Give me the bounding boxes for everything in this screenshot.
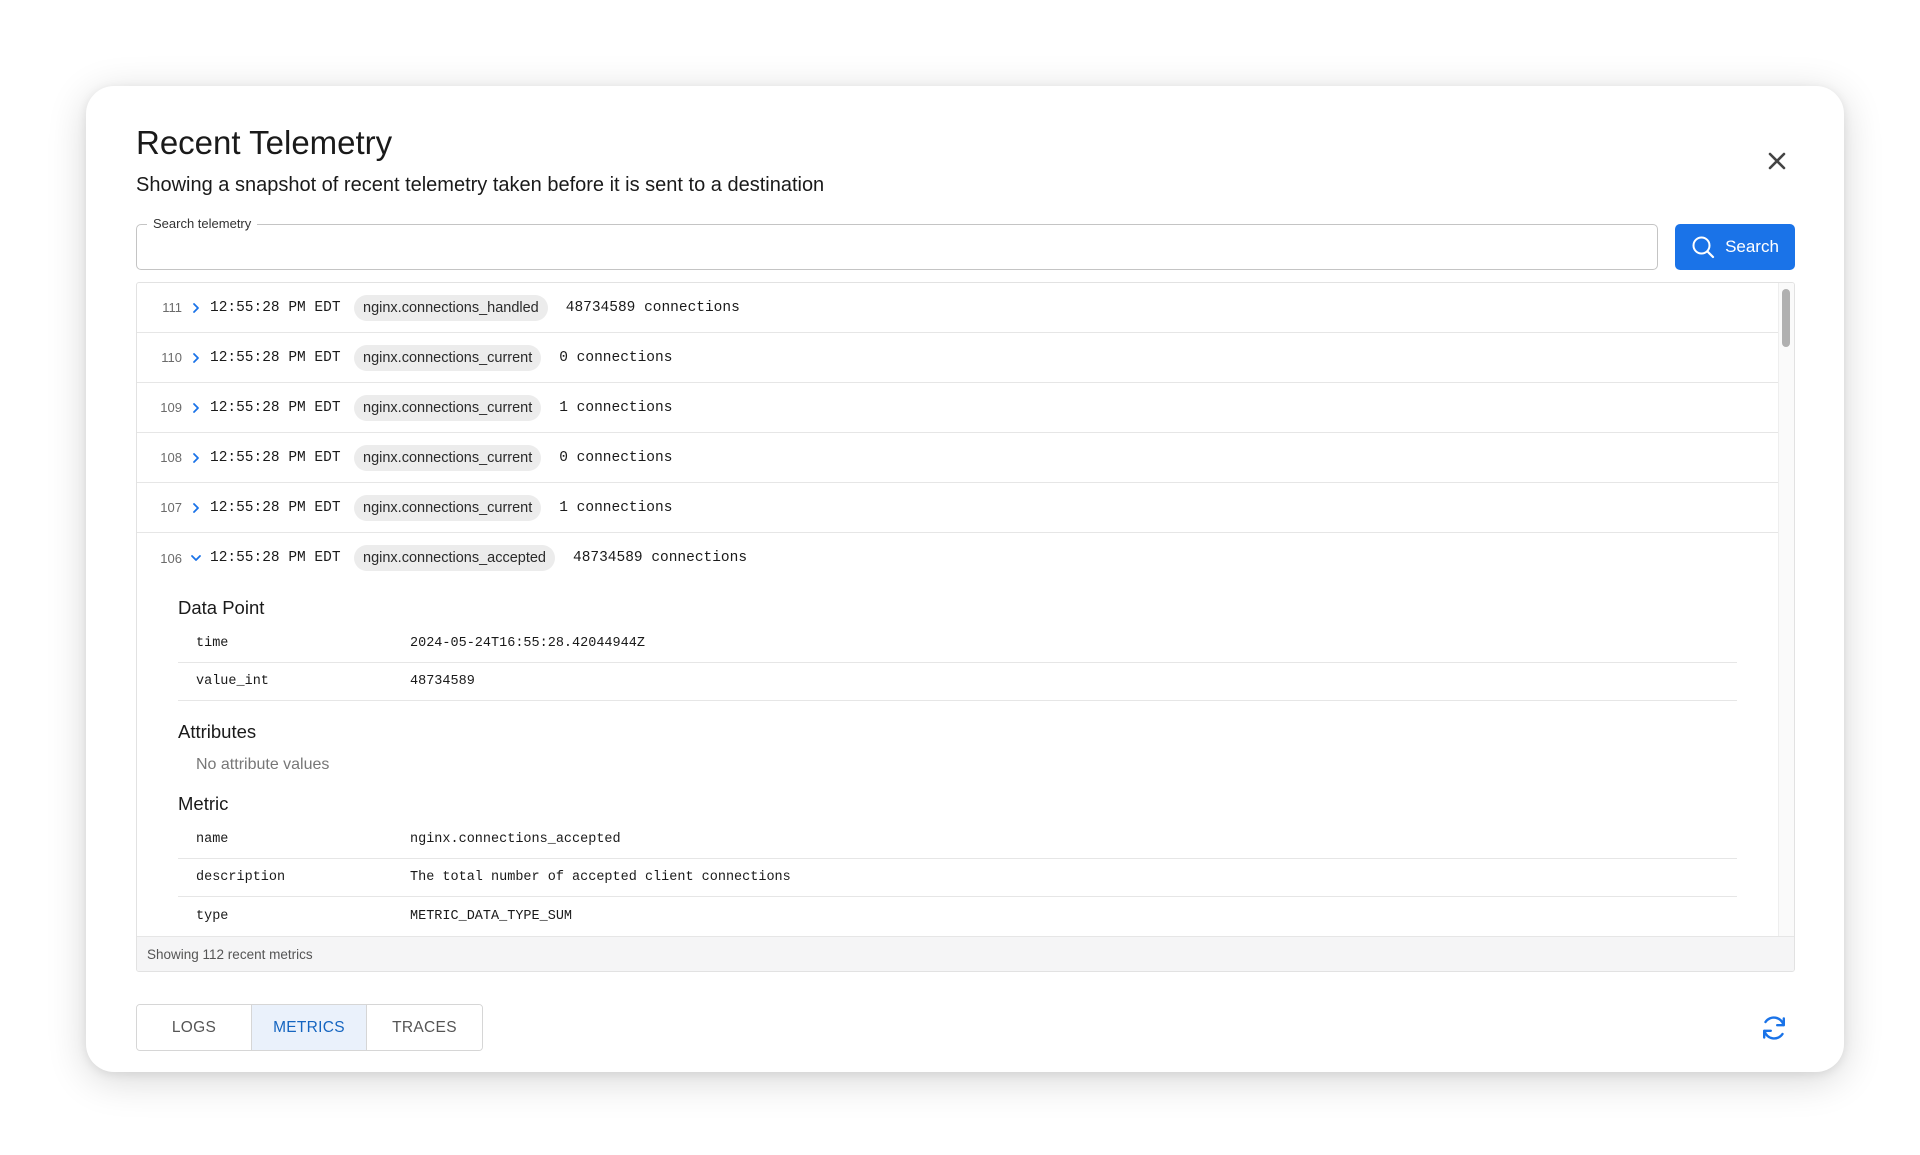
row-index: 106	[160, 550, 182, 566]
row-index: 109	[160, 400, 182, 415]
expand-toggle[interactable]	[182, 302, 210, 314]
telemetry-row[interactable]: 107 12:55:28 PM EDT nginx.connections_cu…	[137, 483, 1778, 533]
chevron-right-icon	[193, 352, 199, 363]
row-time: 12:55:28 PM EDT	[210, 550, 341, 566]
row-time: 12:55:28 PM EDT	[210, 499, 341, 516]
search-button-label: Search	[1725, 237, 1779, 256]
metric-name-badge: nginx.connections_current	[354, 344, 542, 371]
telemetry-row[interactable]: 109 12:55:28 PM EDT nginx.connections_cu…	[137, 383, 1778, 433]
metric-name-badge: nginx.connections_current	[354, 394, 542, 421]
close-icon	[1768, 152, 1786, 170]
data-point-table: time 2024-05-24T16:55:28.42044944Z value…	[178, 625, 1737, 701]
row-value: 48734589 connections	[573, 550, 748, 566]
detail-key: name	[196, 832, 229, 847]
search-input[interactable]	[137, 225, 1657, 269]
detail-key: description	[196, 870, 286, 885]
scrollbar-thumb[interactable]	[1782, 289, 1790, 347]
row-index: 111	[162, 300, 182, 315]
telemetry-type-tabs: LOGS METRICS TRACES	[136, 1004, 483, 1051]
detail-value: The total number of accepted client conn…	[410, 870, 791, 885]
detail-value: 2024-05-24T16:55:28.42044944Z	[410, 636, 645, 651]
metric-heading: Metric	[178, 793, 229, 814]
telemetry-row[interactable]: 108 12:55:28 PM EDT nginx.connections_cu…	[137, 433, 1778, 483]
detail-key: type	[196, 908, 229, 924]
detail-value: nginx.connections_accepted	[410, 832, 621, 847]
detail-row: description The total number of accepted…	[178, 859, 1737, 897]
row-value: 0 connections	[559, 349, 673, 366]
telemetry-panel: 111 12:55:28 PM EDT nginx.connections_ha…	[136, 282, 1795, 972]
row-index: 107	[160, 500, 182, 515]
telemetry-row[interactable]: 110 12:55:28 PM EDT nginx.connections_cu…	[137, 333, 1778, 383]
chevron-right-icon	[193, 302, 199, 313]
dialog-title: Recent Telemetry	[136, 124, 393, 161]
row-value: 0 connections	[559, 449, 673, 466]
refresh-icon	[1763, 1016, 1785, 1040]
metric-name-badge: nginx.connections_current	[354, 494, 542, 521]
detail-key: value_int	[196, 674, 269, 689]
row-time: 12:55:28 PM EDT	[210, 449, 341, 466]
row-time: 12:55:28 PM EDT	[210, 349, 341, 366]
data-point-heading: Data Point	[178, 597, 265, 618]
row-value: 1 connections	[559, 499, 673, 516]
telemetry-list[interactable]: 111 12:55:28 PM EDT nginx.connections_ha…	[137, 283, 1778, 936]
metric-table: name nginx.connections_accepted descript…	[178, 821, 1737, 935]
detail-row: name nginx.connections_accepted	[178, 821, 1737, 859]
refresh-button[interactable]	[1756, 1010, 1792, 1046]
search-field-label: Search telemetry	[147, 216, 258, 232]
detail-value: METRIC_DATA_TYPE_SUM	[410, 908, 573, 924]
tab-metrics[interactable]: METRICS	[252, 1005, 367, 1050]
expand-toggle[interactable]	[182, 402, 210, 414]
detail-row: type METRIC_DATA_TYPE_SUM	[178, 897, 1737, 935]
detail-row: value_int 48734589	[178, 663, 1737, 701]
search-field: Search telemetry	[136, 216, 1658, 270]
tab-traces[interactable]: TRACES	[367, 1005, 482, 1050]
row-value: 48734589 connections	[565, 299, 740, 316]
row-time: 12:55:28 PM EDT	[210, 299, 341, 316]
row-index: 108	[160, 450, 182, 465]
collapse-toggle[interactable]	[182, 552, 210, 564]
metric-name-badge: nginx.connections_accepted	[354, 545, 555, 571]
recent-telemetry-dialog: Recent Telemetry Showing a snapshot of r…	[86, 86, 1844, 1072]
row-time: 12:55:28 PM EDT	[210, 399, 341, 416]
detail-key: time	[196, 636, 229, 651]
telemetry-row-expanded[interactable]: 106 12:55:28 PM EDT nginx.connections_ac…	[137, 533, 1778, 583]
attributes-heading: Attributes	[178, 721, 257, 742]
detail-row: time 2024-05-24T16:55:28.42044944Z	[178, 625, 1737, 663]
close-button[interactable]	[1760, 144, 1794, 178]
status-bar: Showing 112 recent metrics	[137, 936, 1794, 971]
expand-toggle[interactable]	[182, 352, 210, 364]
search-button[interactable]: Search	[1675, 224, 1795, 270]
status-text: Showing 112 recent metrics	[147, 946, 313, 962]
scrollbar[interactable]	[1778, 283, 1794, 936]
search-icon	[1692, 236, 1715, 259]
chevron-right-icon	[193, 502, 199, 513]
metric-name-badge: nginx.connections_handled	[354, 294, 548, 321]
telemetry-row[interactable]: 111 12:55:28 PM EDT nginx.connections_ha…	[137, 283, 1778, 333]
tab-logs[interactable]: LOGS	[137, 1005, 252, 1050]
row-details: Data Point time 2024-05-24T16:55:28.4204…	[137, 597, 1778, 935]
attributes-empty-note: No attribute values	[196, 756, 330, 773]
chevron-right-icon	[193, 452, 199, 463]
row-value: 1 connections	[559, 399, 673, 416]
row-index: 110	[161, 350, 182, 365]
dialog-subtitle: Showing a snapshot of recent telemetry t…	[136, 174, 825, 196]
expand-toggle[interactable]	[182, 502, 210, 514]
metric-name-badge: nginx.connections_current	[354, 444, 542, 471]
chevron-down-icon	[191, 555, 201, 561]
chevron-right-icon	[193, 402, 199, 413]
expand-toggle[interactable]	[182, 452, 210, 464]
detail-value: 48734589	[410, 674, 475, 689]
